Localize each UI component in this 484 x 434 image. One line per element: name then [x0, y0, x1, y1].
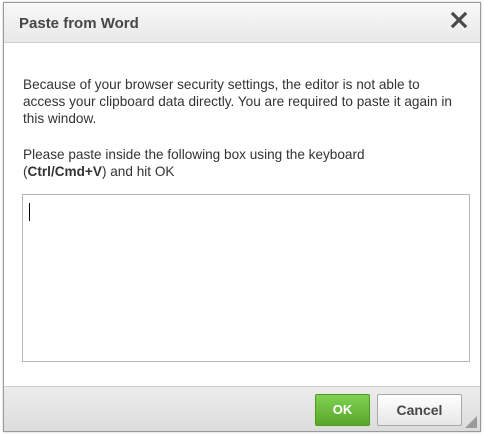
dialog-titlebar[interactable]: Paste from Word [4, 3, 480, 43]
paste-instructions: Please paste inside the following box us… [23, 147, 365, 179]
paste-instructions-prefix: Please paste inside the following box us… [23, 147, 365, 162]
ok-button[interactable]: OK [315, 394, 370, 426]
close-icon[interactable] [448, 9, 470, 31]
paste-instructions-suffix: and hit OK [110, 164, 175, 179]
text-cursor [29, 203, 30, 221]
keyboard-shortcut: Ctrl/Cmd+V [27, 164, 102, 179]
resize-grip-icon[interactable] [463, 414, 477, 428]
dialog-footer: OK Cancel [4, 386, 480, 431]
security-instructions: Because of your browser security setting… [23, 77, 452, 126]
paste-from-word-dialog: Paste from Word Because of your browser … [3, 2, 481, 432]
dialog-title: Paste from Word [19, 15, 139, 32]
cancel-button[interactable]: Cancel [377, 394, 462, 426]
paste-area[interactable] [22, 194, 470, 362]
